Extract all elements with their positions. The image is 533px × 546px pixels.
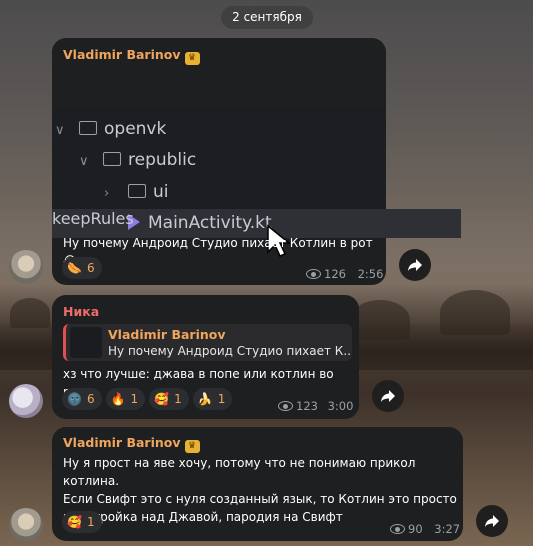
- crown-badge-icon: ♛: [184, 52, 200, 65]
- reaction-count: 1: [217, 392, 226, 406]
- chevron-right-icon: ›: [104, 186, 110, 201]
- message-meta: 126 2:56: [306, 267, 383, 281]
- forward-button[interactable]: [476, 505, 508, 537]
- avatar[interactable]: [9, 384, 43, 418]
- reaction-chip[interactable]: 🌭 6: [62, 257, 102, 279]
- sender-name-label: Vladimir Barinov: [63, 435, 181, 450]
- message-meta: 90 3:27: [390, 522, 460, 536]
- folder-icon: [103, 152, 121, 166]
- message-text-line: Если Свифт это с нуля созданный язык, то…: [63, 492, 457, 506]
- message-meta: 123 3:00: [278, 399, 353, 413]
- tree-row-label: ui: [153, 182, 169, 202]
- sender-name[interactable]: Vladimir Barinov ♛: [63, 47, 200, 65]
- message-bubble[interactable]: Ника Vladimir Barinov Ну почему Андроид …: [52, 295, 359, 419]
- code-bottom-text: keepRules: [52, 209, 134, 228]
- tree-row: ∨ republic: [52, 146, 412, 175]
- forward-button[interactable]: [399, 249, 431, 281]
- tree-row-label: republic: [128, 150, 197, 170]
- forward-arrow-icon: [408, 259, 422, 271]
- reply-thumbnail: [70, 327, 102, 358]
- reaction-emoji: 🥰: [67, 515, 82, 529]
- tree-row-label: MainActivity.kt: [148, 213, 272, 233]
- forward-arrow-icon: [381, 390, 395, 402]
- reaction-chip[interactable]: 🌚 6: [62, 388, 102, 410]
- reaction-chip[interactable]: 🔥 1: [105, 388, 146, 410]
- message-text-line: Ну я прост на яве хочу, потому что не по…: [63, 456, 416, 488]
- message-time: 3:27: [434, 522, 461, 536]
- reply-quote[interactable]: Vladimir Barinov Ну почему Андроид Студи…: [63, 324, 352, 361]
- reaction-count: 1: [130, 392, 139, 406]
- forward-arrow-icon: [485, 515, 499, 527]
- reaction-emoji: 🔥: [110, 392, 126, 406]
- tree-row: ∨ openvk: [52, 115, 388, 144]
- tree-row: › ui: [52, 178, 437, 207]
- avatar[interactable]: [9, 250, 43, 284]
- message-bubble[interactable]: Vladimir Barinov ♛ ∨ openvk ∨ republic › ui …: [52, 38, 461, 285]
- background-tree: [10, 298, 50, 328]
- reply-sender: Vladimir Barinov: [108, 327, 226, 342]
- date-separator: 2 сентября: [221, 6, 313, 29]
- reaction-count: 6: [86, 392, 95, 406]
- background-tree: [350, 300, 410, 340]
- reaction-chip[interactable]: 🍌 1: [192, 388, 233, 410]
- reaction-chip[interactable]: 🥰 1: [149, 388, 189, 410]
- avatar[interactable]: [9, 508, 43, 542]
- message-text: Ну почему Андроид Студио пихает Котлин в…: [63, 236, 373, 268]
- reaction-emoji: 🌚: [67, 392, 82, 406]
- reaction-chip[interactable]: 🥰 1: [62, 511, 102, 533]
- chevron-down-icon: ∨: [55, 123, 65, 138]
- folder-icon: [128, 184, 146, 198]
- reactions-row: 🌭 6: [62, 257, 106, 279]
- views-count: 126: [324, 267, 346, 281]
- message-text: Ну я прост на яве хочу, потому что не по…: [63, 454, 463, 526]
- sender-name[interactable]: Ника: [63, 304, 99, 319]
- message-bubble[interactable]: Vladimir Barinov ♛ Ну я прост на яве хочу…: [52, 427, 463, 541]
- tree-row-label: openvk: [104, 119, 167, 139]
- forward-button[interactable]: [372, 380, 404, 412]
- reaction-count: 1: [174, 392, 182, 406]
- message-time: 2:56: [357, 267, 384, 281]
- reaction-emoji: 🌭: [67, 261, 82, 275]
- views-count: 123: [296, 399, 318, 413]
- sender-name[interactable]: Vladimir Barinov ♛: [63, 435, 200, 453]
- views-eye-icon: [306, 269, 321, 279]
- reactions-row: 🥰 1: [62, 511, 106, 533]
- sender-name-label: Vladimir Barinov: [63, 47, 181, 62]
- crown-badge-icon: ♛: [184, 440, 200, 453]
- background-tree: [440, 290, 510, 335]
- reply-text: Ну почему Андроид Студио пихает К...: [108, 344, 352, 358]
- reaction-count: 1: [86, 515, 95, 529]
- reaction-count: 6: [86, 261, 95, 275]
- reaction-emoji: 🍌: [197, 392, 213, 406]
- reaction-emoji: 🥰: [154, 392, 170, 406]
- folder-icon: [79, 121, 97, 135]
- message-time: 3:00: [327, 399, 354, 413]
- reactions-row: 🌚 6 🔥 1 🥰 1 🍌 1: [62, 388, 236, 410]
- views-count: 90: [408, 522, 423, 536]
- views-eye-icon: [390, 524, 405, 534]
- views-eye-icon: [278, 401, 293, 411]
- chevron-down-icon: ∨: [79, 154, 89, 169]
